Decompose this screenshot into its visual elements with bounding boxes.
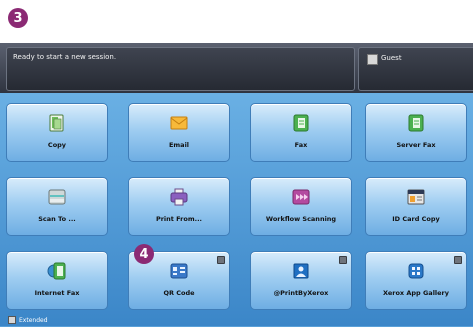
qr-code-icon — [170, 263, 188, 279]
user-name: Guest — [381, 54, 402, 62]
step-3-marker: 3 — [8, 8, 28, 28]
app-info-icon — [454, 256, 462, 264]
app-label: Internet Fax — [34, 289, 80, 297]
app-tile-copy[interactable]: Copy — [6, 103, 108, 162]
app-tile-server-fax[interactable]: Server Fax — [365, 103, 467, 162]
app-label: Copy — [47, 141, 67, 149]
scan-to-icon — [48, 189, 66, 205]
extended-label: Extended — [19, 316, 48, 324]
server-fax-icon — [408, 114, 424, 132]
app-tile-print-from[interactable]: Print From... — [128, 177, 230, 236]
user-login-button[interactable]: Guest — [358, 47, 473, 91]
app-label: ID Card Copy — [392, 215, 440, 223]
app-tile-internet-fax[interactable]: Internet Fax — [6, 251, 108, 310]
email-icon — [170, 116, 188, 130]
app-label: Fax — [294, 141, 308, 149]
app-label: Scan To ... — [38, 215, 76, 223]
app-info-icon — [217, 256, 225, 264]
status-message-box: Ready to start a new session. — [6, 47, 355, 91]
app-gallery-icon — [408, 263, 424, 279]
extended-icon — [8, 316, 16, 324]
app-label: Workflow Scanning — [265, 215, 337, 223]
copy-icon — [49, 114, 64, 132]
step-4-marker: 4 — [134, 244, 154, 264]
app-tile-print-by-xerox[interactable]: @PrintByXerox — [250, 251, 352, 310]
app-label: Email — [168, 141, 190, 149]
fax-icon — [293, 114, 309, 132]
app-label: Xerox App Gallery — [383, 289, 449, 297]
app-tile-fax[interactable]: Fax — [250, 103, 352, 162]
extended-toggle[interactable]: Extended — [8, 316, 48, 324]
internet-fax-icon — [47, 262, 66, 280]
status-message: Ready to start a new session. — [13, 53, 117, 61]
workflow-scanning-icon — [292, 189, 310, 205]
app-tile-xerox-app-gallery[interactable]: Xerox App Gallery — [365, 251, 467, 310]
app-tile-email[interactable]: Email — [128, 103, 230, 162]
app-tile-workflow-scanning[interactable]: Workflow Scanning — [250, 177, 352, 236]
app-label: QR Code — [163, 289, 195, 297]
app-info-icon — [339, 256, 347, 264]
id-card-copy-icon — [407, 189, 425, 205]
app-label: @PrintByXerox — [273, 289, 329, 297]
user-icon — [367, 54, 378, 65]
app-tile-scan-to[interactable]: Scan To ... — [6, 177, 108, 236]
app-label: Print From... — [155, 215, 203, 223]
print-by-xerox-icon — [293, 263, 309, 279]
app-tile-id-card-copy[interactable]: ID Card Copy — [365, 177, 467, 236]
print-from-icon — [170, 188, 188, 206]
app-label: Server Fax — [396, 141, 436, 149]
